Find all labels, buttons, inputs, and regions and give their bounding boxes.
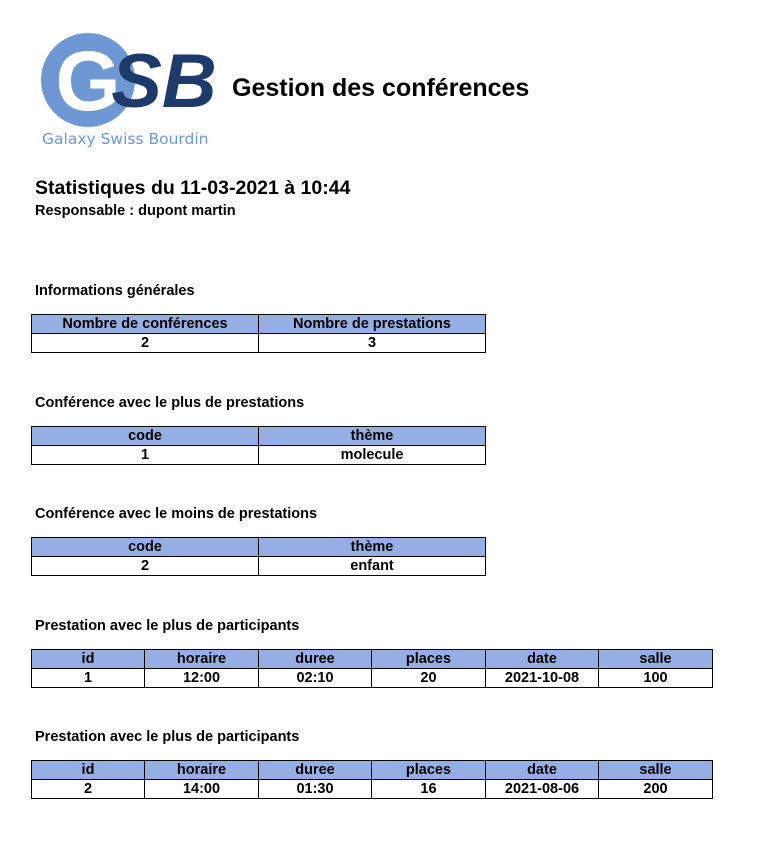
most-participants-table-2: id horaire duree places date salle 2 14:… (31, 760, 713, 799)
column-header: salle (598, 760, 713, 780)
table-cell: 20 (371, 668, 486, 688)
column-header: horaire (144, 760, 259, 780)
table-cell: 16 (371, 779, 486, 799)
most-participants-table-1: id horaire duree places date salle 1 12:… (31, 649, 713, 688)
table-header-row: id horaire duree places date salle (31, 649, 713, 669)
gsb-logo-graphic: G SB Galaxy Swiss Bourdin (41, 33, 217, 148)
section-title-general: Informations générales (35, 283, 195, 299)
table-row: 2 3 (31, 333, 486, 353)
column-header: date (485, 649, 599, 669)
logo-subtitle: Galaxy Swiss Bourdin (42, 130, 209, 148)
column-header: code (31, 426, 259, 446)
table-header-row: code thème (31, 537, 486, 557)
column-header: id (31, 649, 145, 669)
table-cell: 2 (31, 779, 145, 799)
column-header: duree (258, 760, 372, 780)
table-cell: enfant (258, 556, 486, 576)
table-cell: 200 (598, 779, 713, 799)
section-title-most-prestations: Conférence avec le plus de prestations (35, 395, 305, 411)
table-cell: 100 (598, 668, 713, 688)
table-header-row: code thème (31, 426, 486, 446)
table-cell: 14:00 (144, 779, 259, 799)
section-title-most-participants-2: Prestation avec le plus de participants (35, 729, 300, 745)
least-prestations-table: code thème 2 enfant (31, 537, 486, 576)
column-header: thème (258, 426, 486, 446)
column-header: places (371, 760, 486, 780)
table-cell: 2021-08-06 (485, 779, 599, 799)
report-responsable: Responsable : dupont martin (35, 203, 236, 219)
column-header: salle (598, 649, 713, 669)
table-cell: 02:10 (258, 668, 372, 688)
logo-letters-sb: SB (111, 39, 217, 124)
table-cell: 3 (258, 333, 486, 353)
table-cell: 1 (31, 668, 145, 688)
general-info-table: Nombre de conférences Nombre de prestati… (31, 314, 486, 353)
section-title-most-participants-1: Prestation avec le plus de participants (35, 618, 300, 634)
column-header: horaire (144, 649, 259, 669)
most-prestations-table: code thème 1 molecule (31, 426, 486, 465)
table-cell: molecule (258, 445, 486, 465)
table-cell: 01:30 (258, 779, 372, 799)
table-header-row: id horaire duree places date salle (31, 760, 713, 780)
column-header: code (31, 537, 259, 557)
app-title: Gestion des conférences (232, 74, 530, 102)
report-title: Statistiques du 11-03-2021 à 10:44 (35, 177, 351, 199)
column-header: places (371, 649, 486, 669)
table-row: 1 12:00 02:10 20 2021-10-08 100 (31, 668, 713, 688)
table-cell: 12:00 (144, 668, 259, 688)
table-cell: 2 (31, 556, 259, 576)
column-header: thème (258, 537, 486, 557)
table-header-row: Nombre de conférences Nombre de prestati… (31, 314, 486, 334)
gsb-logo: G SB Galaxy Swiss Bourdin (30, 30, 230, 152)
table-row: 2 14:00 01:30 16 2021-08-06 200 (31, 779, 713, 799)
table-cell: 2 (31, 333, 259, 353)
column-header: Nombre de conférences (31, 314, 259, 334)
column-header: duree (258, 649, 372, 669)
table-cell: 1 (31, 445, 259, 465)
table-row: 1 molecule (31, 445, 486, 465)
section-title-least-prestations: Conférence avec le moins de prestations (35, 506, 318, 522)
table-cell: 2021-10-08 (485, 668, 599, 688)
table-row: 2 enfant (31, 556, 486, 576)
column-header: Nombre de prestations (258, 314, 486, 334)
column-header: date (485, 760, 599, 780)
column-header: id (31, 760, 145, 780)
